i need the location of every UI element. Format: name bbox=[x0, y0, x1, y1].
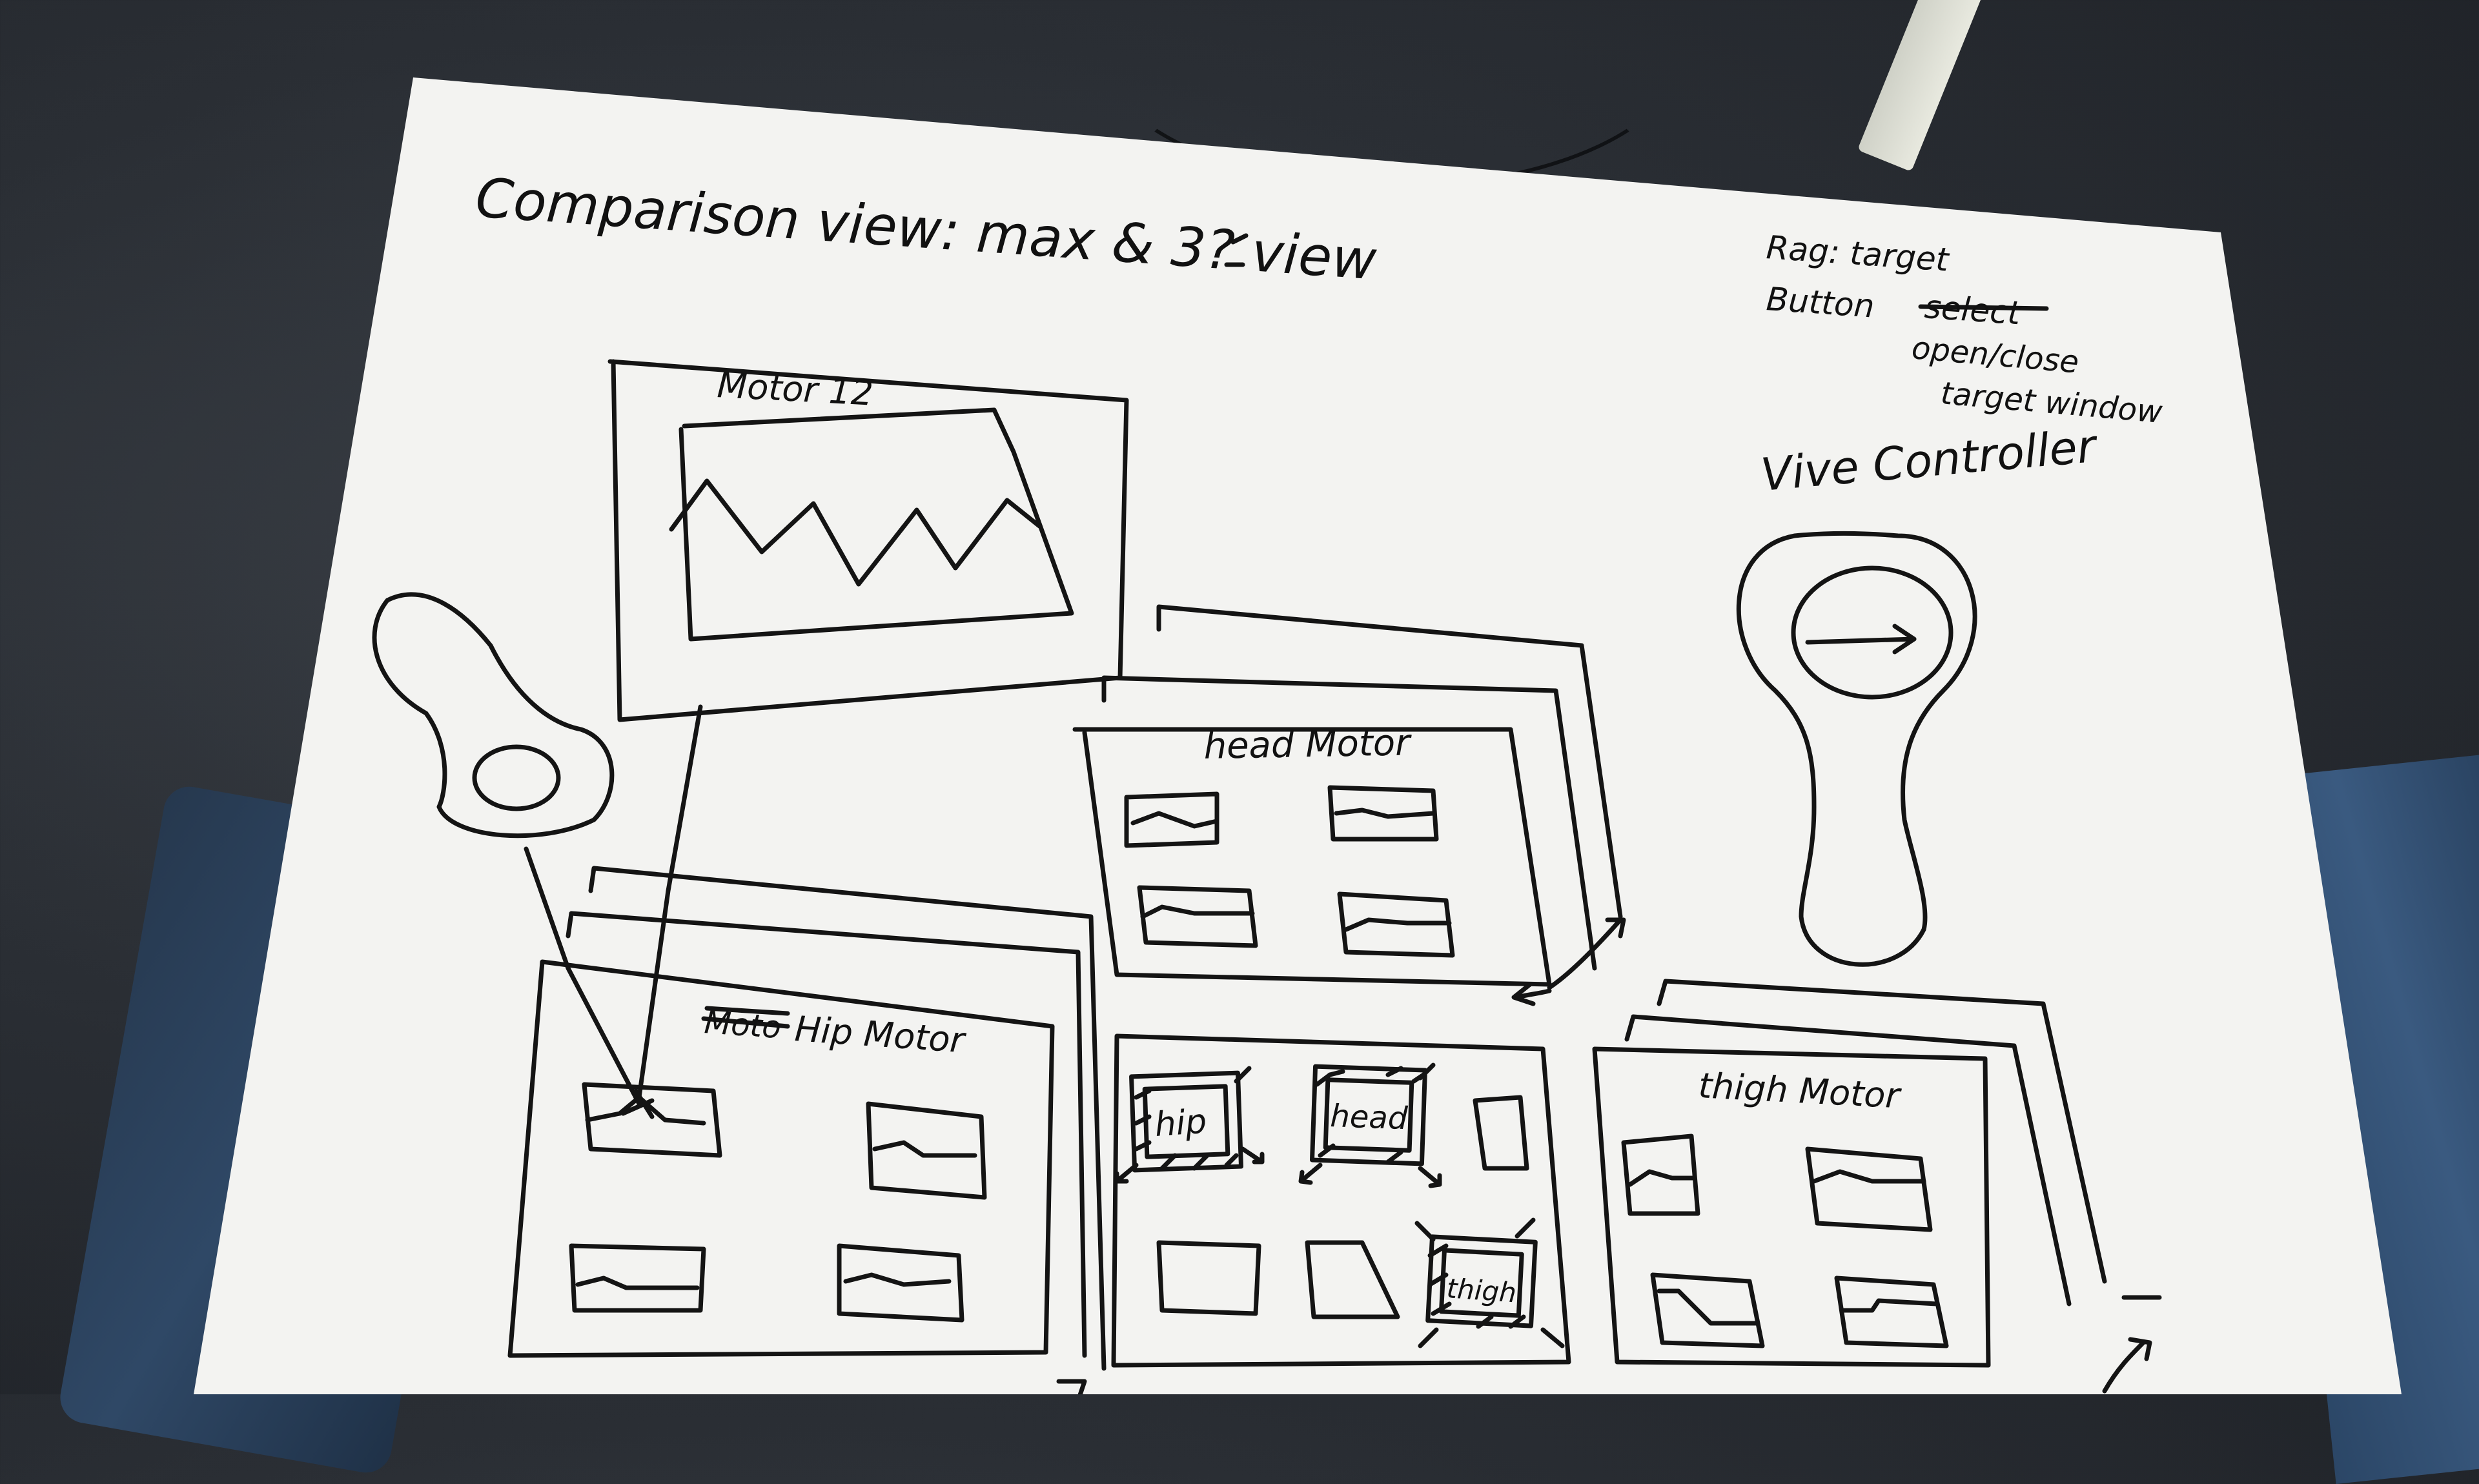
sketch-paper: Comparison view: max & 3? view Rag: targ… bbox=[194, 77, 2402, 1394]
target-tile-thigh: thigh bbox=[1445, 1272, 1517, 1308]
hip-window-title-struck: Moto bbox=[703, 1004, 782, 1046]
head-window-title: head Motor bbox=[1203, 722, 1412, 767]
target-tile-hip: hip bbox=[1154, 1103, 1208, 1144]
large-window-title: Motor 12 bbox=[716, 365, 874, 414]
target-tile-head: head bbox=[1330, 1098, 1409, 1137]
legend-line-2: Button bbox=[1765, 280, 1875, 325]
legend-line-2-struck: select bbox=[1923, 288, 2023, 332]
